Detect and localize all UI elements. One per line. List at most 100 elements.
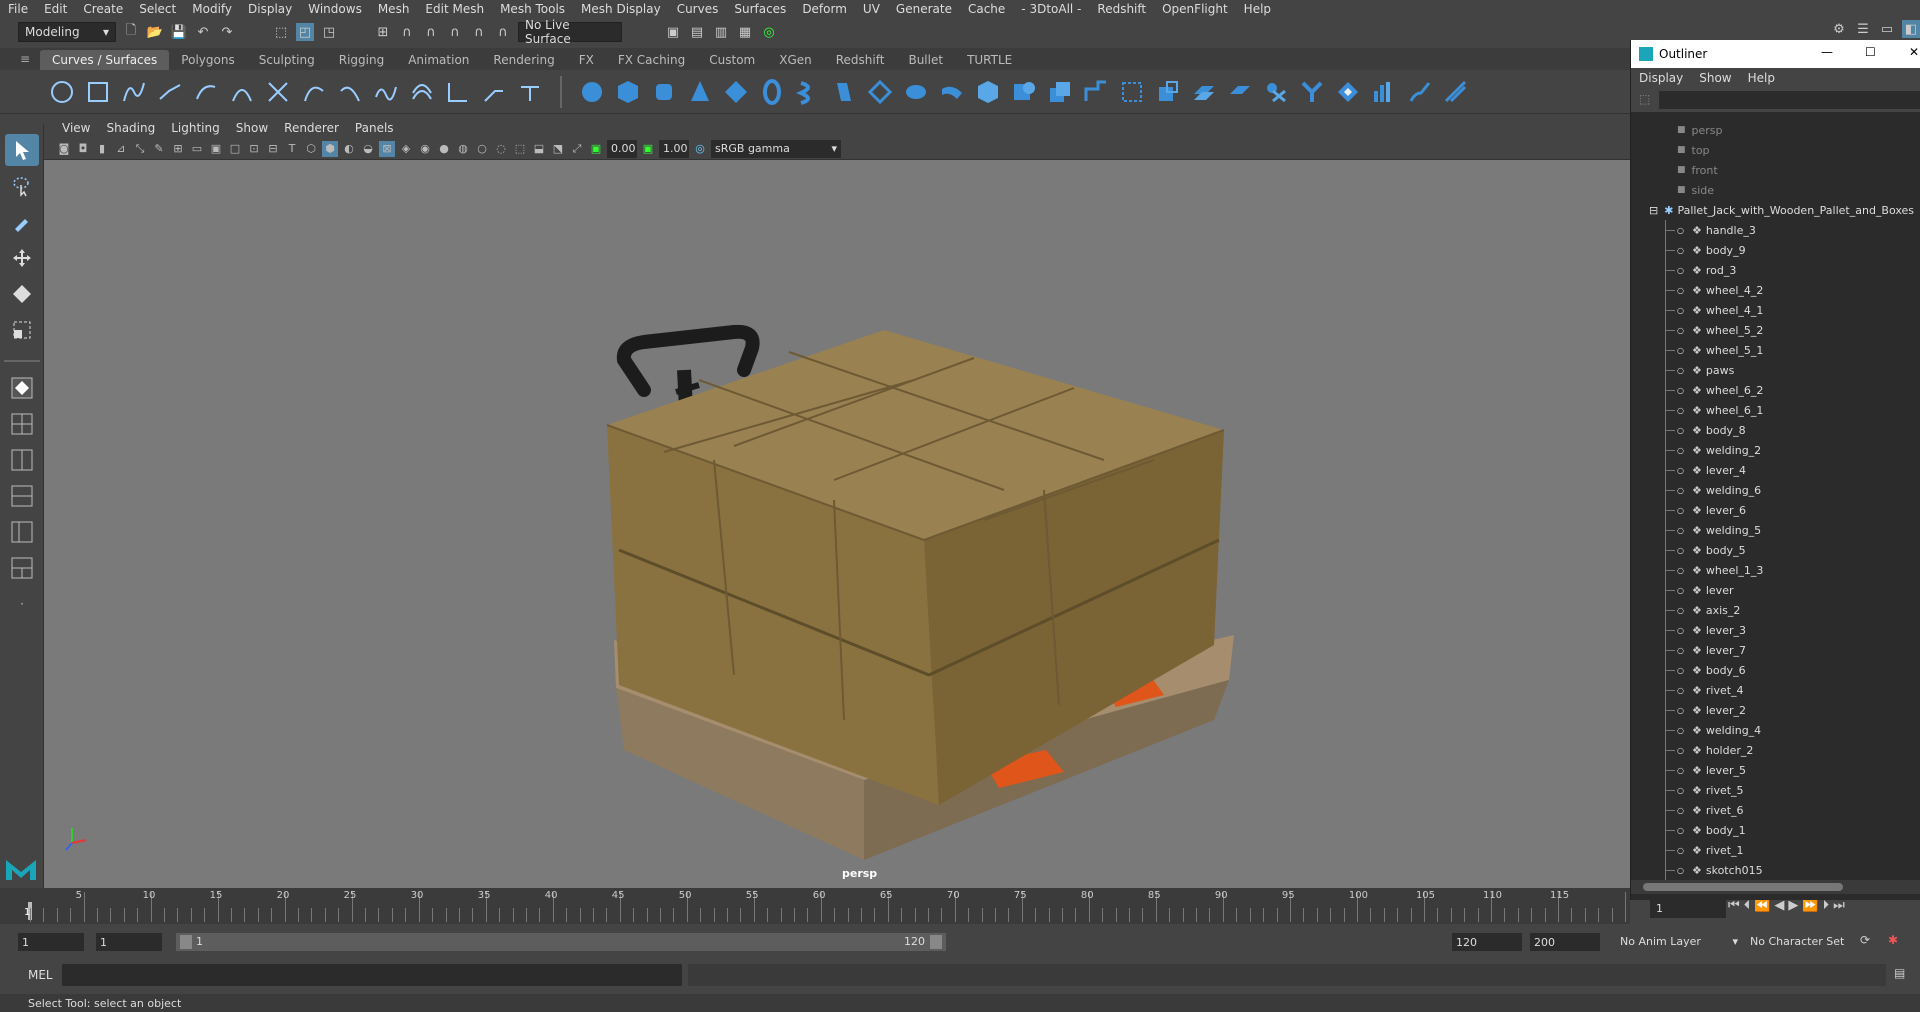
antialias-icon[interactable]: ○ <box>474 141 490 157</box>
shelf-tab-xgen[interactable]: XGen <box>767 50 824 70</box>
color-management-icon[interactable]: ◎ <box>692 141 708 157</box>
outliner-camera-row[interactable]: ■ front <box>1631 160 1920 180</box>
outliner-mesh-row[interactable]: ○ ❖ body_8 <box>1631 420 1920 440</box>
select-hierarchy-icon[interactable]: ⬚ <box>272 23 290 41</box>
two-d-pan-icon[interactable]: ⤡ <box>132 141 148 157</box>
outliner-mesh-row[interactable]: ○ ❖ lever_4 <box>1631 460 1920 480</box>
collapse-icon[interactable]: ⊟ <box>1649 204 1658 217</box>
outliner-mesh-row[interactable]: ○ ❖ lever_2 <box>1631 700 1920 720</box>
menu-item-mesh[interactable]: Mesh <box>370 2 418 16</box>
xray-icon[interactable]: ⊠ <box>379 140 395 157</box>
playback-end-field[interactable]: 120 <box>1452 933 1522 951</box>
outliner-mesh-row[interactable]: ○ ❖ lever_6 <box>1631 500 1920 520</box>
shadows-icon[interactable]: ◒ <box>360 141 376 157</box>
outliner-menu-display[interactable]: Display <box>1639 71 1683 85</box>
shelf-tab-rigging[interactable]: Rigging <box>327 50 396 70</box>
outliner-mesh-row[interactable]: ○ ❖ welding_4 <box>1631 720 1920 740</box>
exposure-toggle-icon[interactable]: ▣ <box>588 141 604 157</box>
live-surface-field[interactable]: No Live Surface <box>518 18 622 46</box>
hypershade-layout-icon[interactable] <box>5 552 39 584</box>
shelf-tab-fx[interactable]: FX <box>567 50 606 70</box>
panel-menu-shading[interactable]: Shading <box>98 121 163 135</box>
close-icon[interactable]: ✕ <box>1909 45 1919 59</box>
panel-menu-show[interactable]: Show <box>228 121 276 135</box>
outliner-mesh-row[interactable]: ○ ❖ body_1 <box>1631 820 1920 840</box>
expand-dot-icon[interactable]: ○ <box>1677 506 1684 515</box>
outliner-mesh-row[interactable]: ○ ❖ wheel_4_1 <box>1631 300 1920 320</box>
outliner-mesh-row[interactable]: ○ ❖ holder_2 <box>1631 740 1920 760</box>
ambient-occlusion-icon[interactable]: ● <box>436 141 452 157</box>
expand-dot-icon[interactable]: ○ <box>1677 286 1684 295</box>
render-frame-icon[interactable]: ▣ <box>664 23 682 41</box>
outliner-mesh-row[interactable]: ○ ❖ skotch015 <box>1631 860 1920 880</box>
single-perspective-layout-icon[interactable] <box>5 372 39 404</box>
planar-icon[interactable] <box>864 76 896 108</box>
bookmark-icon[interactable]: ▮ <box>94 141 110 157</box>
mode-dropdown[interactable]: Modeling ▾ <box>18 22 116 42</box>
range-end-handle[interactable] <box>930 935 942 949</box>
expand-dot-icon[interactable]: ○ <box>1677 626 1684 635</box>
film-gate-icon[interactable]: ▭ <box>189 141 205 157</box>
undo-icon[interactable]: ↶ <box>194 23 212 41</box>
menu-item-windows[interactable]: Windows <box>300 2 370 16</box>
safe-action-icon[interactable]: ⊟ <box>265 141 281 157</box>
menu-item-file[interactable]: File <box>0 2 36 16</box>
colorspace-dropdown[interactable]: sRGB gamma ▾ <box>711 139 841 158</box>
persp-outliner-layout-icon[interactable] <box>5 516 39 548</box>
curve-detach-icon[interactable] <box>334 76 366 108</box>
attach-surface-icon[interactable] <box>1152 76 1184 108</box>
persp-graph-layout-icon[interactable] <box>5 480 39 512</box>
grid-toggle-icon[interactable]: ⊞ <box>170 141 186 157</box>
outliner-mesh-row[interactable]: ○ ❖ body_9 <box>1631 240 1920 260</box>
gamma-toggle-icon[interactable]: ▣ <box>640 141 656 157</box>
bevel-plus-icon[interactable] <box>972 76 1004 108</box>
lasso-tool-icon[interactable] <box>5 170 39 202</box>
outliner-mesh-row[interactable]: ○ ❖ lever_3 <box>1631 620 1920 640</box>
minimize-icon[interactable]: — <box>1821 45 1833 59</box>
maximize-icon[interactable]: ☐ <box>1865 45 1876 59</box>
outliner-mesh-row[interactable]: ○ ❖ paws <box>1631 360 1920 380</box>
mel-input[interactable] <box>62 964 682 986</box>
anim-layer-dropdown[interactable]: No Anim Layer ▾ <box>1620 935 1738 948</box>
menu-item-select[interactable]: Select <box>131 2 184 16</box>
expand-dot-icon[interactable]: ○ <box>1677 326 1684 335</box>
expand-dot-icon[interactable]: ○ <box>1677 446 1684 455</box>
menu-item-redshift[interactable]: Redshift <box>1089 2 1154 16</box>
expand-dot-icon[interactable]: ○ <box>1677 606 1684 615</box>
shelf-tab-curves-surfaces[interactable]: Curves / Surfaces <box>40 50 170 70</box>
outliner-mesh-row[interactable]: ○ ❖ rivet_4 <box>1631 680 1920 700</box>
outliner-mesh-row[interactable]: ○ ❖ wheel_1_3 <box>1631 560 1920 580</box>
rotate-tool-icon[interactable] <box>5 278 39 310</box>
camera-attributes-icon[interactable]: ◘ <box>75 141 91 157</box>
redshift-icon[interactable]: ◎ <box>760 23 778 41</box>
outliner-search-input[interactable] <box>1659 91 1920 109</box>
menu-item-edit[interactable]: Edit <box>36 2 75 16</box>
menu-item-uv[interactable]: UV <box>855 2 888 16</box>
outliner-mesh-row[interactable]: ○ ❖ rivet_5 <box>1631 780 1920 800</box>
extend-surface-icon[interactable] <box>1260 76 1292 108</box>
nurbs-cone-icon[interactable] <box>684 76 716 108</box>
ep-curve-icon[interactable] <box>154 76 186 108</box>
redo-icon[interactable]: ↷ <box>218 23 236 41</box>
snap-grid-icon[interactable]: ⊞ <box>374 23 392 41</box>
expand-dot-icon[interactable]: ○ <box>1677 466 1684 475</box>
more-layouts-icon[interactable]: · <box>5 588 39 620</box>
expand-dot-icon[interactable]: ○ <box>1677 586 1684 595</box>
expand-dot-icon[interactable]: ○ <box>1677 246 1684 255</box>
revolve-icon[interactable] <box>792 76 824 108</box>
panel-menu-view[interactable]: View <box>54 121 98 135</box>
expand-dot-icon[interactable]: ○ <box>1677 306 1684 315</box>
snap-surface-icon[interactable]: ∩ <box>470 23 488 41</box>
attribute-editor-icon[interactable]: ☰ <box>1854 20 1872 38</box>
menu-item-generate[interactable]: Generate <box>888 2 960 16</box>
shelf-tab-custom[interactable]: Custom <box>697 50 767 70</box>
loft-icon[interactable] <box>828 76 860 108</box>
expand-dot-icon[interactable]: ○ <box>1677 826 1684 835</box>
outliner-mesh-row[interactable]: ○ ❖ wheel_6_2 <box>1631 380 1920 400</box>
show-hud-icon[interactable]: ⬓ <box>531 141 547 157</box>
snap-live-icon[interactable]: ∩ <box>494 23 512 41</box>
shelf-tab-fx-caching[interactable]: FX Caching <box>606 50 697 70</box>
outliner-mesh-row[interactable]: ○ ❖ lever_5 <box>1631 760 1920 780</box>
mel-label[interactable]: MEL <box>28 968 53 982</box>
shelf-tab-animation[interactable]: Animation <box>396 50 481 70</box>
